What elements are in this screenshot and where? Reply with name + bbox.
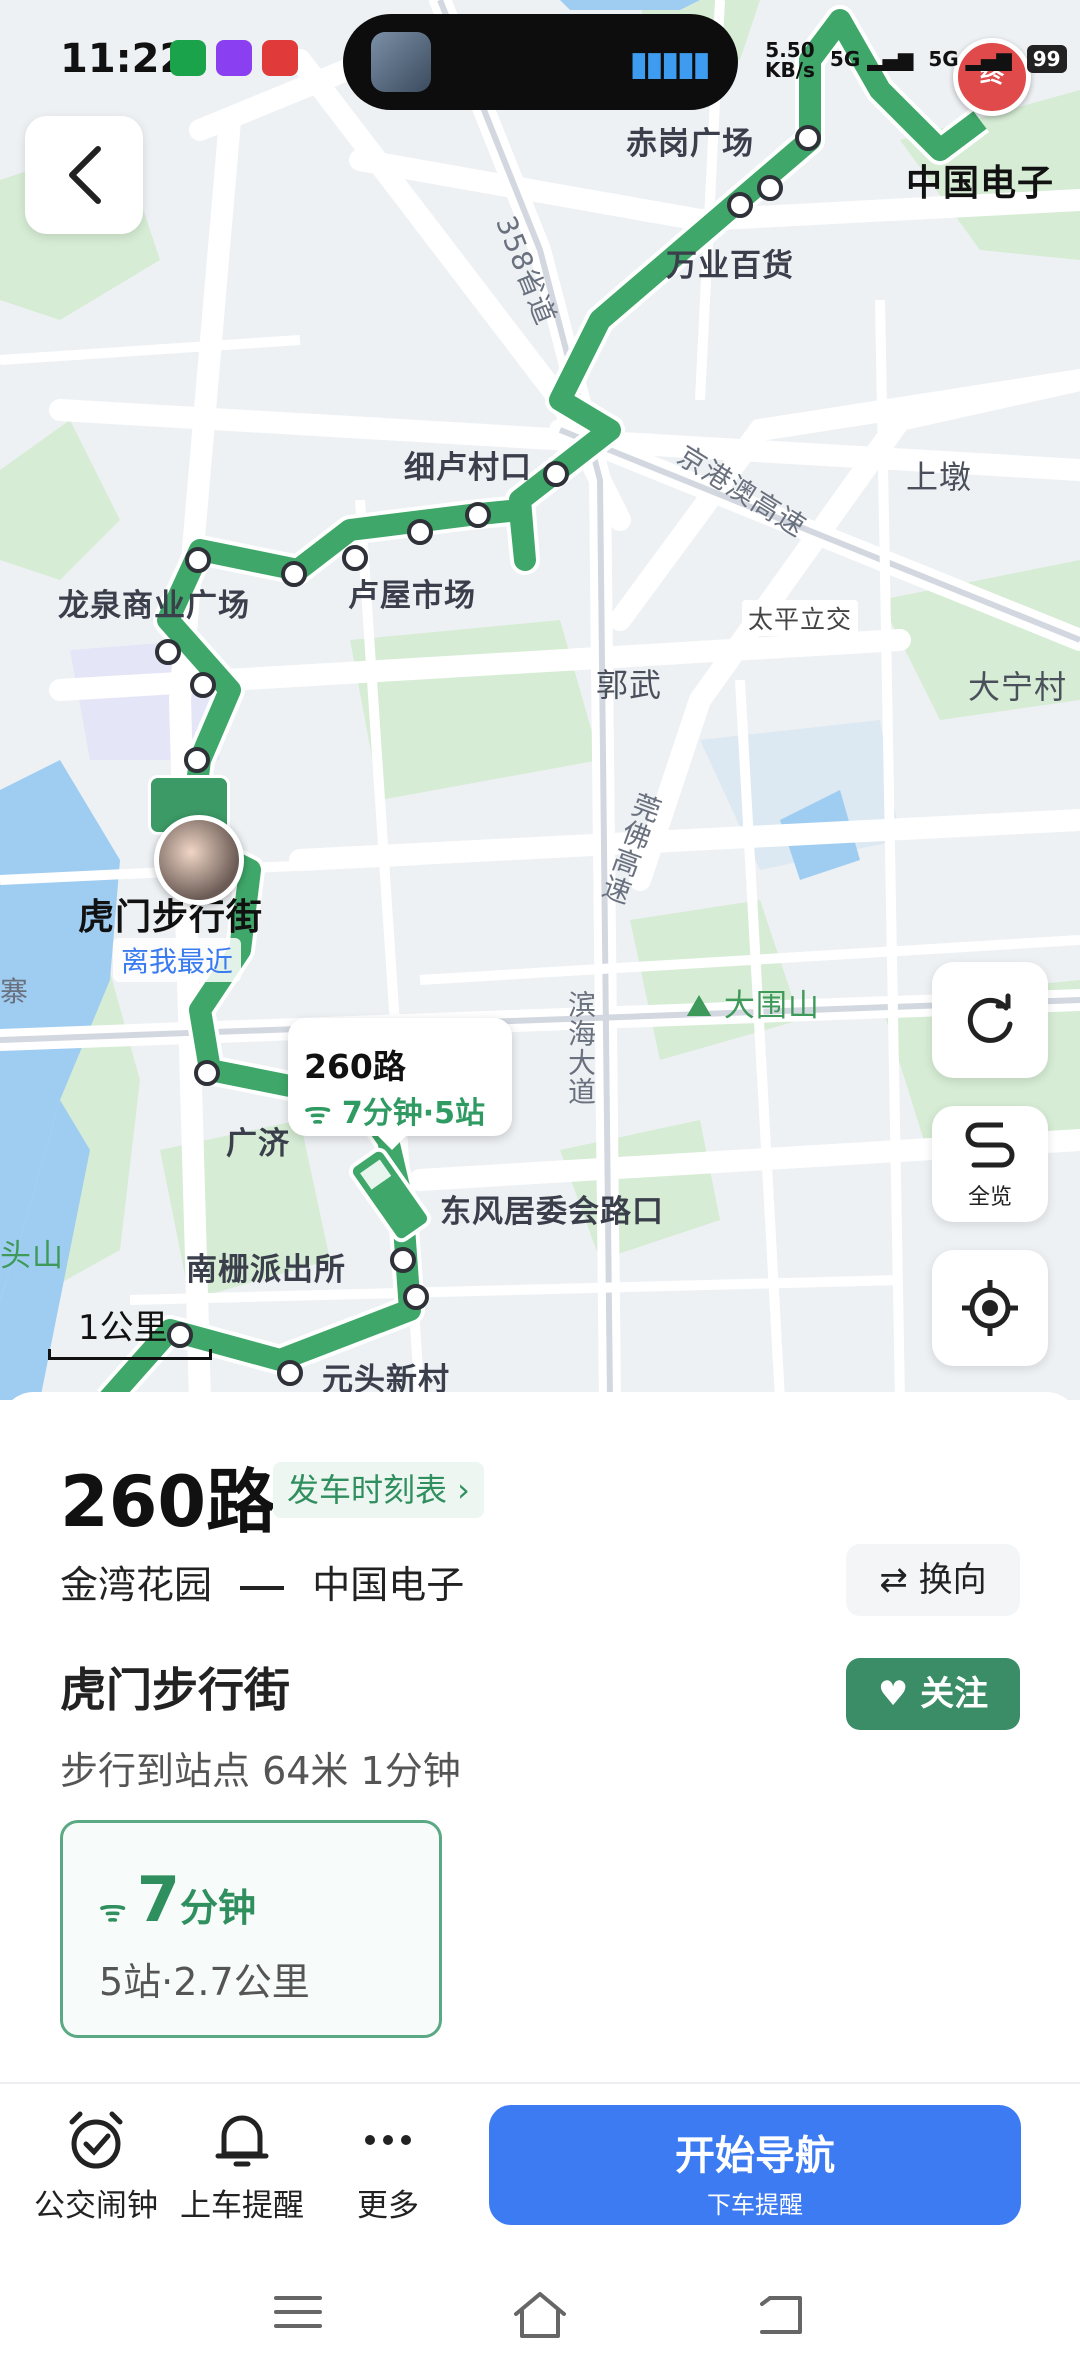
- map-label-guangji: 广济: [226, 1126, 290, 1162]
- back-nav-icon[interactable]: [752, 2290, 808, 2338]
- audio-wave-icon: ▮▮▮▮▮: [629, 44, 711, 84]
- map-label-toushan: 头山: [0, 1238, 64, 1274]
- walk-info: 步行到站点 64米 1分钟: [60, 1749, 461, 1793]
- follow-button[interactable]: ♥ 关注: [846, 1658, 1020, 1730]
- timetable-link[interactable]: 发车时刻表 ›: [273, 1462, 484, 1518]
- more-label: 更多: [357, 2188, 419, 2224]
- more-dots-icon: [365, 2135, 411, 2145]
- status-bar: 11:22 ▮▮▮▮▮ 5.50 KB/s 5G ▂▄▆ 5G ▂▄▆ 99: [0, 0, 1080, 120]
- boarding-reminder-label: 上车提醒: [180, 2188, 304, 2224]
- map-label-luwu: 卢屋市场: [348, 578, 476, 614]
- back-button[interactable]: [25, 116, 143, 234]
- bus-marker: [348, 1147, 432, 1243]
- home-icon[interactable]: [510, 2290, 570, 2340]
- bus-info-tooltip[interactable]: 260路 ᯤ 7分钟·5站: [288, 1018, 512, 1150]
- bus-alarm-button[interactable]: 公交闹钟: [26, 2106, 166, 2225]
- network-speed: 5.50 KB/s: [765, 38, 815, 82]
- signal-5g-1: 5G ▂▄▆: [829, 46, 914, 71]
- signal-5g-2: 5G ▂▄▆: [928, 46, 1012, 71]
- route-direction: 金湾花园 中国电子: [60, 1554, 464, 1609]
- start-navigation-sublabel: 下车提醒: [707, 2191, 803, 2219]
- map-label-chigang: 赤岗广场: [626, 126, 754, 162]
- shopping-app-icon: [262, 40, 298, 76]
- map-label-wanye: 万业百货: [666, 248, 794, 284]
- arrival-card[interactable]: ᯤ 7分钟 5站·2.7公里: [60, 1820, 442, 2038]
- map-label-humen: 虎门步行街: [78, 897, 264, 938]
- route-destination: 中国电子: [312, 1563, 465, 1607]
- current-stop-name: 虎门步行街: [60, 1663, 290, 1717]
- bus-tip-eta: ᯤ 7分钟·5站: [304, 1096, 485, 1131]
- divider: [0, 2082, 1080, 2084]
- menu-icon[interactable]: [272, 2290, 324, 2334]
- start-navigation-button[interactable]: 开始导航 下车提醒: [489, 2105, 1021, 2225]
- switch-direction-button[interactable]: ⇄ 换向: [846, 1544, 1020, 1616]
- map-label-xilu: 细卢村口: [404, 450, 532, 486]
- bank-app-icon: [216, 40, 252, 76]
- alarm-clock-icon: [69, 2111, 123, 2169]
- boarding-reminder-button[interactable]: 上车提醒: [172, 2106, 312, 2225]
- arrow-right-icon: [240, 1585, 285, 1590]
- map-scale-label: 1公里: [78, 1308, 168, 1348]
- map-label-zhai: 寨: [0, 975, 30, 1008]
- route-name: 260路: [60, 1461, 277, 1543]
- status-time: 11:22: [60, 36, 188, 82]
- map-scale: 1公里: [48, 1300, 212, 1360]
- media-thumbnail: [371, 32, 431, 92]
- chevron-left-icon: [69, 146, 101, 204]
- heart-icon: ♥: [877, 1674, 909, 1714]
- refresh-icon: [967, 993, 1013, 1043]
- locate-button[interactable]: [932, 1250, 1048, 1366]
- battery-indicator: 99: [1026, 44, 1067, 73]
- map-label-shangdun: 上墩: [906, 458, 973, 496]
- map-label-daning: 大宁村: [968, 668, 1068, 706]
- route-origin: 金湾花园: [60, 1563, 213, 1607]
- bus-alarm-label: 公交闹钟: [34, 2188, 158, 2224]
- arrival-eta: ᯤ 7分钟: [99, 1863, 256, 1936]
- realtime-signal-icon: ᯤ: [99, 1894, 137, 1929]
- crosshair-icon: [962, 1280, 1018, 1336]
- start-navigation-label: 开始导航: [675, 2133, 835, 2179]
- app-notification-icon: [170, 40, 206, 76]
- route-overview-icon: [965, 1122, 1015, 1168]
- route-detail-panel: 260路 发车时刻表 › 金湾花园 中国电子 ⇄ 换向 虎门步行街 ♥ 关注 步…: [0, 1392, 1080, 2092]
- map-view[interactable]: 赤岗广场 万业百货 细卢村口 上墩 龙泉商业广场 卢屋市场 太平立交 郭武 大宁…: [0, 0, 1080, 1400]
- nearest-stop-tag: 离我最近: [113, 938, 242, 982]
- map-label-daweishan: ⛰ 大围山: [686, 988, 820, 1024]
- overview-label: 全览: [967, 1185, 1012, 1210]
- bell-icon: [215, 2115, 269, 2167]
- system-nav-bar: [0, 2260, 1080, 2376]
- map-label-guowu: 郭武: [596, 666, 663, 704]
- status-icons: 5.50 KB/s 5G ▂▄▆ 5G ▂▄▆ 99: [765, 40, 1067, 80]
- map-label-nanzha: 南栅派出所: [186, 1252, 346, 1288]
- bus-tip-route: 260路: [304, 1047, 406, 1086]
- map-label-taiping-junction: 太平立交: [742, 600, 859, 636]
- dynamic-island[interactable]: ▮▮▮▮▮: [343, 14, 738, 110]
- road-label-binhai: 滨海大道: [564, 990, 597, 1106]
- map-label-longquan: 龙泉商业广场: [58, 588, 250, 624]
- arrival-detail: 5站·2.7公里: [99, 1960, 310, 2004]
- map-label-dongfeng: 东风居委会路口: [440, 1194, 664, 1230]
- more-button[interactable]: 更多: [318, 2106, 458, 2225]
- park-icon: ⛰: [686, 988, 724, 1024]
- refresh-button[interactable]: [932, 962, 1048, 1078]
- swap-icon: ⇄: [879, 1560, 908, 1600]
- map-label-zhongguo-dianzi: 中国电子: [906, 163, 1055, 204]
- user-avatar-marker[interactable]: [154, 815, 244, 905]
- overview-button[interactable]: 全览: [932, 1106, 1048, 1222]
- realtime-signal-icon: ᯤ: [304, 1096, 342, 1131]
